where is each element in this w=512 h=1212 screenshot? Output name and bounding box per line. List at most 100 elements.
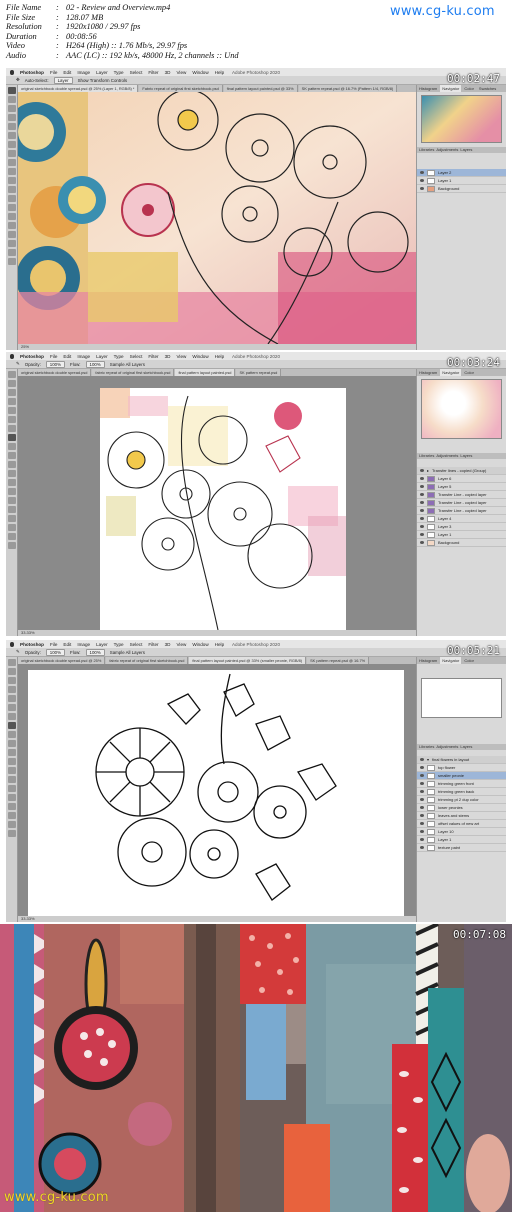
dodge-tool-icon[interactable] (7, 204, 16, 211)
hand-tool-icon[interactable] (7, 249, 16, 256)
menu-item-help[interactable]: Help (215, 70, 224, 75)
eye-icon[interactable] (420, 171, 424, 174)
hand-tool-icon[interactable] (7, 533, 16, 540)
move-tool-icon[interactable] (7, 659, 16, 666)
layer-row[interactable]: trimming green back (417, 788, 506, 796)
menu-item-layer[interactable]: Layer (96, 354, 108, 359)
document-tab[interactable]: Fabric repeat of original first sketchbo… (139, 85, 223, 92)
panel-tab-swatches[interactable]: Swatches (477, 85, 498, 92)
document-tab[interactable]: SK pattern repeat.psd (236, 369, 282, 376)
eye-icon[interactable] (420, 758, 424, 761)
sample-all-layers-checkbox[interactable]: Sample All Layers (110, 650, 145, 655)
dodge-tool-icon[interactable] (7, 776, 16, 783)
layer-row[interactable]: offset values of new art (417, 820, 506, 828)
panel-tab-histogram[interactable]: Histogram (417, 369, 439, 376)
menu-item-image[interactable]: Image (77, 354, 90, 359)
flow-field[interactable]: 100% (85, 648, 105, 656)
panel-tab-libraries[interactable]: Libraries (419, 744, 434, 750)
pen-tool-icon[interactable] (7, 497, 16, 504)
layer-row[interactable]: Layer 3 (417, 523, 506, 531)
menu-item-type[interactable]: Type (114, 70, 124, 75)
flow-field[interactable]: 100% (85, 360, 105, 368)
eye-icon[interactable] (420, 517, 424, 520)
document-tab[interactable]: final pattern layout painted.psd @ 33% (… (189, 657, 307, 664)
panel-tab-layers[interactable]: Layers (460, 744, 472, 750)
crop-tool-icon[interactable] (7, 123, 16, 130)
brush-tool-icon[interactable] (7, 434, 16, 441)
document-tab[interactable]: SK pattern repeat.psd @ 16.7% (307, 657, 370, 664)
layer-row[interactable]: top flower (417, 764, 506, 772)
layer-row[interactable]: Layer 10 (417, 828, 506, 836)
eye-icon[interactable] (420, 187, 424, 190)
auto-select-label[interactable]: Auto-Select: (25, 78, 49, 83)
layer-row[interactable]: Layer 5 (417, 483, 506, 491)
stamp-tool-icon[interactable] (7, 159, 16, 166)
healing-tool-icon[interactable] (7, 141, 16, 148)
eye-icon[interactable] (420, 477, 424, 480)
brush-tool-icon[interactable]: ✎ (16, 649, 20, 655)
apple-icon[interactable] (10, 69, 14, 75)
menu-item-view[interactable]: View (176, 642, 186, 647)
document-tab[interactable]: original sketchbook double spread.psd (18, 369, 92, 376)
layer-row[interactable]: lower peonies (417, 804, 506, 812)
gradient-tool-icon[interactable] (7, 186, 16, 193)
eye-icon[interactable] (420, 469, 424, 472)
menu-item-window[interactable]: Window (192, 642, 208, 647)
eyedropper-tool-icon[interactable] (7, 132, 16, 139)
layer-row[interactable]: Layer 1 (417, 836, 506, 844)
menu-item-filter[interactable]: Filter (148, 354, 158, 359)
panel-tab-navigator[interactable]: Navigator (440, 657, 462, 664)
zoom-tool-icon[interactable] (7, 830, 16, 837)
history-brush-tool-icon[interactable] (7, 452, 16, 459)
lasso-tool-icon[interactable] (7, 677, 16, 684)
brush-tool-icon[interactable] (7, 150, 16, 157)
document-tab[interactable]: original sketchbook double spread.psd @ … (18, 85, 139, 92)
panel-tab-navigator[interactable]: Navigator (440, 369, 462, 376)
panel-tab-navigator[interactable]: Navigator (440, 85, 462, 92)
blur-tool-icon[interactable] (7, 195, 16, 202)
menu-item-view[interactable]: View (176, 354, 186, 359)
layer-row[interactable]: leaves and stems (417, 812, 506, 820)
lasso-tool-icon[interactable] (7, 105, 16, 112)
menu-item-type[interactable]: Type (114, 354, 124, 359)
menu-item-select[interactable]: Select (130, 354, 143, 359)
panel-tab-adjustments[interactable]: Adjustments (436, 147, 458, 153)
eye-icon[interactable] (420, 525, 424, 528)
layer-row[interactable]: Transfer Line - copied layer (417, 491, 506, 499)
document-tab[interactable]: fabric repeat of original first sketchbo… (92, 369, 175, 376)
eye-icon[interactable] (420, 509, 424, 512)
blur-tool-icon[interactable] (7, 479, 16, 486)
path-select-tool-icon[interactable] (7, 803, 16, 810)
pen-tool-icon[interactable] (7, 213, 16, 220)
eraser-tool-icon[interactable] (7, 461, 16, 468)
document-canvas[interactable] (18, 664, 416, 916)
path-select-tool-icon[interactable] (7, 515, 16, 522)
eye-icon[interactable] (420, 533, 424, 536)
dodge-tool-icon[interactable] (7, 488, 16, 495)
eye-icon[interactable] (420, 493, 424, 496)
marquee-tool-icon[interactable] (7, 96, 16, 103)
hand-tool-icon[interactable] (7, 821, 16, 828)
layer-row[interactable]: Layer 6 (417, 475, 506, 483)
menu-item-3d[interactable]: 3D (165, 642, 171, 647)
menu-item-file[interactable]: File (50, 354, 57, 359)
eye-icon[interactable] (420, 838, 424, 841)
pen-tool-icon[interactable] (7, 785, 16, 792)
layer-row[interactable]: Transfer Line - copied layer (417, 507, 506, 515)
eye-icon[interactable] (420, 485, 424, 488)
eye-icon[interactable] (420, 179, 424, 182)
eyedropper-tool-icon[interactable] (7, 704, 16, 711)
layer-row[interactable]: trimming green front (417, 780, 506, 788)
marquee-tool-icon[interactable] (7, 380, 16, 387)
opacity-field[interactable]: 100% (45, 648, 66, 656)
menu-item-edit[interactable]: Edit (63, 642, 71, 647)
eye-icon[interactable] (420, 501, 424, 504)
apple-icon[interactable] (10, 353, 14, 359)
panel-tab-adjustments[interactable]: Adjustments (436, 744, 458, 750)
menu-item-type[interactable]: Type (114, 642, 124, 647)
document-canvas[interactable] (18, 92, 416, 344)
eye-icon[interactable] (420, 790, 424, 793)
menu-item-view[interactable]: View (176, 70, 186, 75)
layer-row[interactable]: texture paint (417, 844, 506, 852)
eraser-tool-icon[interactable] (7, 177, 16, 184)
